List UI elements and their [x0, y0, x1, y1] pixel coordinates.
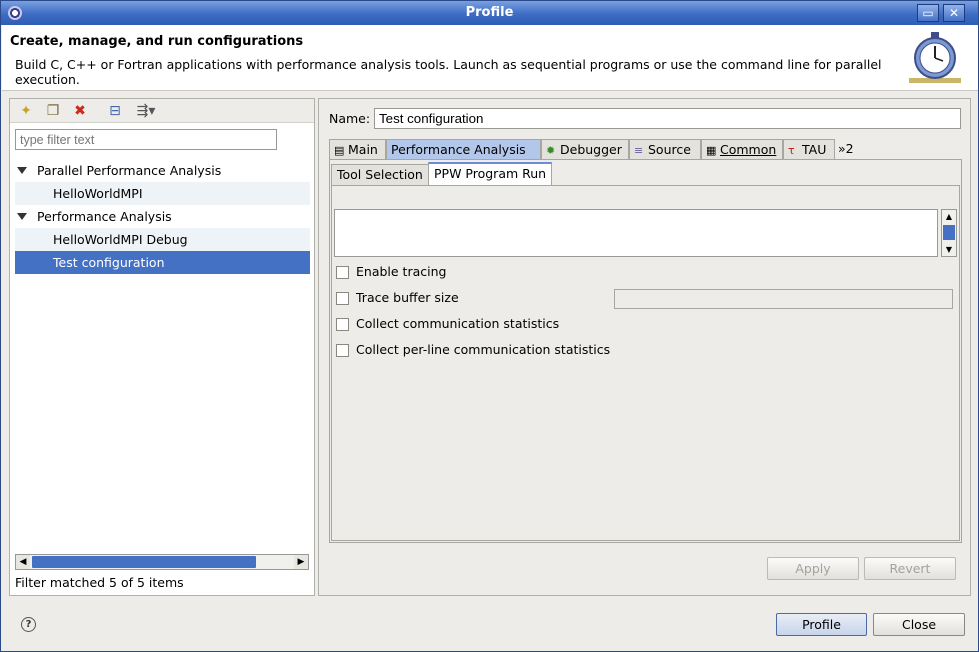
delete-icon[interactable]: ✖ [72, 103, 88, 119]
performance-analysis-tab-body: Tool Selection PPW Program Run ▲ ▼ Enabl… [329, 159, 962, 543]
revert-button[interactable]: Revert [864, 557, 956, 580]
document-icon: ▤ [334, 144, 345, 157]
stopwatch-icon [909, 32, 961, 83]
tab-debugger[interactable]: ✹ Debugger [541, 139, 629, 160]
arguments-textarea[interactable] [334, 209, 938, 257]
collect-communication-statistics-checkbox[interactable]: Collect communication statistics [336, 315, 559, 333]
enable-tracing-checkbox[interactable]: Enable tracing [336, 263, 446, 281]
subtab-ppw-program-run[interactable]: PPW Program Run [428, 162, 553, 186]
configuration-editor-panel: Name: ▤Main Performance Analysis ✹Debugg… [318, 98, 971, 596]
tree-item-label: Performance Analysis [37, 209, 172, 224]
tree-item-label: HelloWorldMPI [53, 186, 143, 201]
tree-item-test-configuration[interactable]: Test configuration [15, 251, 310, 274]
config-tabs: ▤ Main Performance Analysis ✹ Debugger ≡ So… [329, 139, 962, 160]
tab-main[interactable]: ▤ Main [329, 139, 386, 160]
config-toolbar: ✦ ❐ ✖ ⊟ ⇶▾ [10, 99, 314, 123]
name-field[interactable] [374, 108, 961, 129]
tab-tau[interactable]: τ TAU [783, 139, 835, 160]
checkbox-box[interactable] [336, 292, 349, 305]
trace-buffer-size-checkbox[interactable]: Trace buffer size [336, 289, 459, 307]
ppw-program-run-panel: ▲ ▼ Enable tracing Trace buffer size Col… [331, 185, 960, 541]
scroll-thumb[interactable] [32, 556, 256, 568]
scroll-up-icon[interactable]: ▲ [942, 210, 956, 223]
scroll-left-icon[interactable]: ◀ [16, 555, 30, 569]
trace-buffer-size-field[interactable] [614, 289, 953, 309]
close-window-button[interactable]: ✕ [943, 4, 965, 22]
checkbox-box[interactable] [336, 344, 349, 357]
vertical-scrollbar[interactable]: ▲ ▼ [941, 209, 957, 257]
profile-dialog: Profile ▭ ✕ Create, manage, and run conf… [0, 0, 979, 652]
duplicate-icon[interactable]: ❐ [45, 103, 61, 119]
tree-item-helloworldmpi-debug[interactable]: HelloWorldMPI Debug [15, 228, 310, 251]
collect-per-line-communication-statistics-checkbox[interactable]: Collect per-line communication statistic… [336, 341, 610, 359]
apply-button[interactable]: Apply [767, 557, 859, 580]
expand-arrow-icon[interactable] [17, 167, 27, 174]
filter-status: Filter matched 5 of 5 items [15, 575, 184, 590]
profile-button[interactable]: Profile [776, 613, 867, 636]
tree-item-label: Test configuration [53, 255, 165, 270]
configuration-list-panel: ✦ ❐ ✖ ⊟ ⇶▾ Parallel Performance Analysis… [9, 98, 315, 596]
source-icon: ≡ [634, 144, 644, 157]
tree-category-performance-analysis[interactable]: Performance Analysis [15, 205, 310, 228]
window-title: Profile [465, 5, 514, 20]
header-description: Build C, C++ or Fortran applications wit… [15, 57, 882, 87]
tree-item-label: HelloWorldMPI Debug [53, 232, 188, 247]
tab-common[interactable]: ▦ Common [701, 139, 783, 160]
checkbox-box[interactable] [336, 318, 349, 331]
filter-input[interactable] [15, 129, 277, 150]
bug-icon: ✹ [546, 144, 556, 157]
tab-source[interactable]: ≡ Source [629, 139, 701, 160]
horizontal-scrollbar[interactable]: ◀ ▶ [15, 554, 309, 570]
new-config-icon[interactable]: ✦ [18, 103, 34, 119]
tree-item-label: Parallel Performance Analysis [37, 163, 222, 178]
config-tree: Parallel Performance Analysis HelloWorld… [15, 159, 310, 274]
tree-category-parallel-performance-analysis[interactable]: Parallel Performance Analysis [15, 159, 310, 182]
help-icon[interactable]: ? [21, 617, 36, 632]
name-label: Name: [329, 111, 371, 126]
maximize-button[interactable]: ▭ [917, 4, 939, 22]
title-bar[interactable]: Profile ▭ ✕ [1, 1, 978, 25]
scroll-thumb[interactable] [943, 225, 955, 240]
more-tabs-button[interactable]: »2 [835, 139, 857, 160]
filter-icon[interactable]: ⇶▾ [134, 103, 158, 119]
close-button[interactable]: Close [873, 613, 965, 636]
tau-icon: τ [788, 144, 795, 157]
header-title: Create, manage, and run configurations [10, 34, 304, 49]
dialog-header: Create, manage, and run configurations B… [2, 25, 978, 91]
scroll-right-icon[interactable]: ▶ [294, 555, 308, 569]
tree-item-helloworldmpi[interactable]: HelloWorldMPI [15, 182, 310, 205]
scroll-down-icon[interactable]: ▼ [942, 243, 956, 256]
expand-arrow-icon[interactable] [17, 213, 27, 220]
tab-performance-analysis[interactable]: Performance Analysis [386, 139, 541, 160]
subtab-tool-selection[interactable]: Tool Selection [331, 164, 429, 186]
checkbox-box[interactable] [336, 266, 349, 279]
collapse-all-icon[interactable]: ⊟ [107, 103, 123, 119]
common-icon: ▦ [706, 144, 717, 157]
